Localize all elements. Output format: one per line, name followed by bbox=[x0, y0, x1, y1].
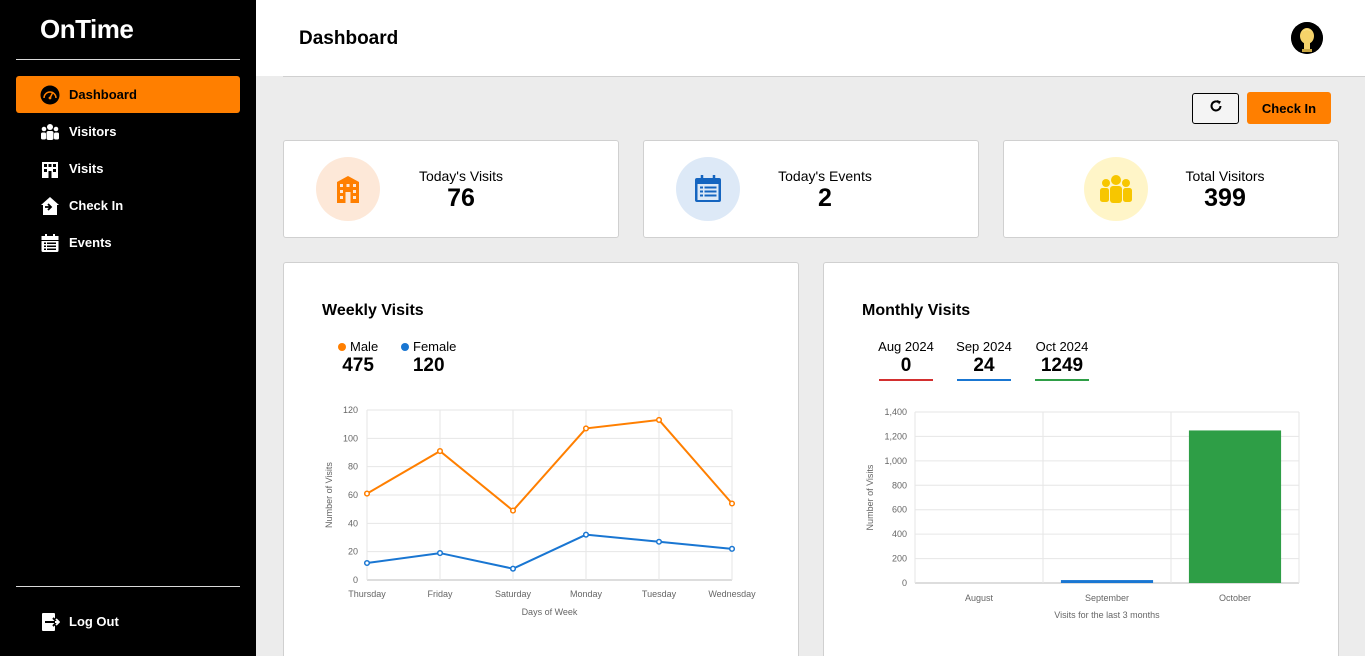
users-icon bbox=[1084, 157, 1148, 221]
house-enter-icon bbox=[40, 196, 60, 216]
calendar-list-icon bbox=[676, 157, 740, 221]
sidebar-item-label: Dashboard bbox=[69, 87, 137, 102]
weekly-visits-card: Weekly Visits Male 475 Female 120 0 20 40 6… bbox=[283, 262, 799, 656]
stat-card-todays-events: Today's Events 2 bbox=[643, 140, 979, 238]
weekly-visits-chart: 0 20 40 60 80 100 120 Thursday Friday Saturday Mon… bbox=[324, 405, 756, 617]
app-logo-text: OnTime bbox=[40, 14, 134, 44]
monthly-visits-card: Monthly Visits Aug 2024 0 Sep 2024 24 Oc… bbox=[823, 262, 1339, 656]
sidebar-divider-bottom bbox=[16, 586, 240, 587]
y-axis-label: Number of Visits bbox=[865, 464, 875, 530]
y-tick-label: 0 bbox=[902, 578, 907, 588]
x-tick-label: Monday bbox=[570, 589, 603, 599]
sidebar-item-label: Check In bbox=[69, 198, 124, 213]
bar-september bbox=[1060, 580, 1154, 583]
logout-label: Log Out bbox=[69, 614, 119, 629]
x-tick-label: Tuesday bbox=[642, 589, 677, 599]
calendar-list-icon bbox=[40, 233, 60, 253]
y-axis-label: Number of Visits bbox=[324, 462, 334, 528]
y-tick-label: 60 bbox=[348, 490, 358, 500]
y-tick-label: 120 bbox=[343, 405, 358, 415]
refresh-icon bbox=[1209, 99, 1223, 118]
x-tick-label: September bbox=[1085, 593, 1129, 603]
sidebar-nav: Dashboard Visitors Visits Check In Event… bbox=[16, 76, 240, 261]
y-tick-label: 1,200 bbox=[884, 431, 907, 441]
data-point-female bbox=[582, 531, 590, 538]
top-header: Dashboard bbox=[256, 0, 1365, 76]
sidebar-item-label: Visits bbox=[69, 161, 104, 176]
building-icon bbox=[40, 159, 60, 179]
sidebar-divider-top bbox=[16, 59, 240, 60]
avatar[interactable] bbox=[1291, 22, 1323, 54]
sidebar: OnTime Dashboard Visitors Visits Check I… bbox=[0, 0, 256, 656]
refresh-button[interactable] bbox=[1192, 93, 1239, 124]
building-icon bbox=[316, 157, 380, 221]
data-point-female bbox=[728, 545, 736, 552]
sidebar-item-label: Visitors bbox=[69, 124, 117, 139]
stat-card-total-visitors: Total Visitors 399 bbox=[1003, 140, 1339, 238]
users-icon bbox=[40, 122, 60, 142]
y-tick-label: 400 bbox=[892, 529, 907, 539]
y-tick-label: 600 bbox=[892, 505, 907, 515]
logout-icon bbox=[40, 612, 60, 632]
stat-value: 399 bbox=[1204, 184, 1246, 212]
sidebar-item-check-in[interactable]: Check In bbox=[16, 187, 240, 224]
data-point-male bbox=[582, 425, 590, 432]
sidebar-item-events[interactable]: Events bbox=[16, 224, 240, 261]
y-tick-label: 1,400 bbox=[884, 407, 907, 417]
header-divider bbox=[283, 76, 1365, 77]
data-point-female bbox=[363, 559, 371, 567]
data-point-male bbox=[655, 416, 663, 423]
stat-label: Total Visitors bbox=[1185, 168, 1265, 184]
stat-value: 2 bbox=[818, 184, 832, 212]
x-tick-label: Friday bbox=[427, 589, 453, 599]
sidebar-item-visitors[interactable]: Visitors bbox=[16, 113, 240, 150]
y-tick-label: 40 bbox=[348, 518, 358, 528]
check-in-button[interactable]: Check In bbox=[1247, 92, 1331, 124]
x-tick-label: August bbox=[965, 593, 994, 603]
y-tick-label: 20 bbox=[348, 547, 358, 557]
y-tick-label: 0 bbox=[353, 575, 358, 585]
x-tick-label: Wednesday bbox=[708, 589, 756, 599]
stat-label: Today's Visits bbox=[418, 168, 504, 184]
x-tick-label: Saturday bbox=[495, 589, 532, 599]
data-point-female bbox=[655, 538, 663, 545]
data-point-male bbox=[436, 448, 444, 455]
sidebar-item-dashboard[interactable]: Dashboard bbox=[16, 76, 240, 113]
bar-october bbox=[1188, 430, 1282, 583]
data-point-female bbox=[436, 550, 444, 557]
dashboard-gauge-icon bbox=[40, 85, 60, 105]
stat-card-todays-visits: Today's Visits 76 bbox=[283, 140, 619, 238]
sidebar-item-label: Events bbox=[69, 235, 112, 250]
x-tick-label: October bbox=[1219, 593, 1251, 603]
y-tick-label: 200 bbox=[892, 554, 907, 564]
y-tick-label: 800 bbox=[892, 480, 907, 490]
monthly-visits-chart: 0 200 400 600 800 1,000 1,200 1,400 August Septem… bbox=[865, 407, 1300, 620]
data-point-female bbox=[509, 565, 517, 572]
stat-label: Today's Events bbox=[778, 168, 872, 184]
data-point-male bbox=[509, 507, 517, 514]
logout-button[interactable]: Log Out bbox=[16, 603, 240, 640]
page-title: Dashboard bbox=[299, 28, 399, 49]
y-tick-label: 100 bbox=[343, 433, 358, 443]
stat-value: 76 bbox=[447, 184, 475, 212]
sidebar-item-visits[interactable]: Visits bbox=[16, 150, 240, 187]
data-point-male bbox=[363, 490, 371, 497]
x-tick-label: Thursday bbox=[348, 589, 386, 599]
y-tick-label: 1,000 bbox=[884, 456, 907, 466]
y-tick-label: 80 bbox=[348, 462, 358, 472]
x-axis-label: Visits for the last 3 months bbox=[1054, 610, 1160, 620]
series-line-male bbox=[366, 418, 733, 512]
x-axis-label: Days of Week bbox=[522, 607, 578, 617]
data-point-male bbox=[728, 500, 736, 507]
